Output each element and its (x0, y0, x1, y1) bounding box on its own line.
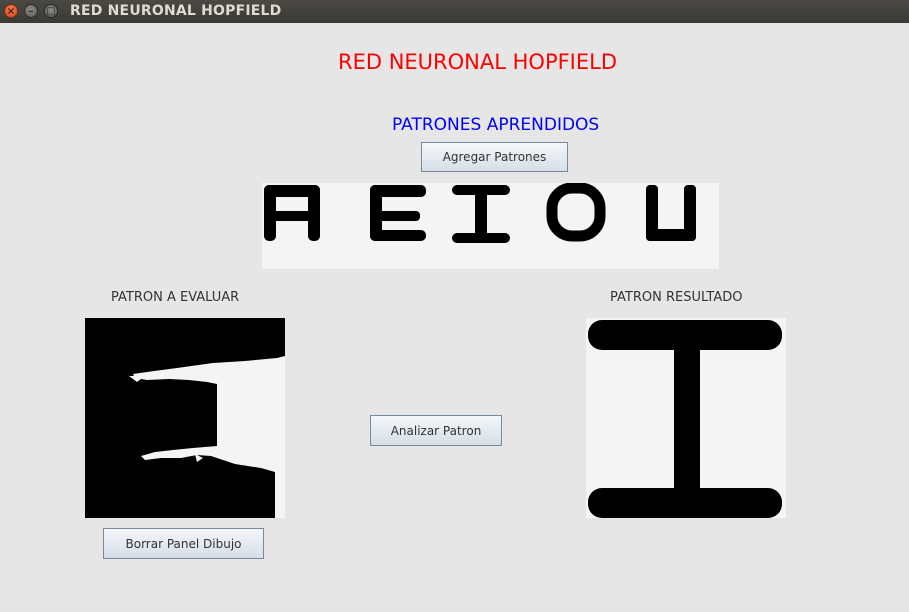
result-pattern (588, 320, 782, 518)
analyze-pattern-button[interactable]: Analizar Patron (370, 415, 502, 446)
result-pattern-label: PATRON RESULTADO (610, 290, 743, 305)
maximize-icon: □ (46, 6, 56, 17)
close-icon: × (6, 6, 16, 17)
pattern-o (546, 183, 606, 242)
app-window: × – □ RED NEURONAL HOPFIELD RED NEURONAL… (0, 0, 909, 612)
learned-patterns-title: PATRONES APRENDIDOS (392, 115, 600, 135)
pattern-i (452, 185, 510, 243)
window-title: RED NEURONAL HOPFIELD (70, 3, 282, 19)
page-title: RED NEURONAL HOPFIELD (338, 50, 618, 74)
learned-patterns-drawing (264, 183, 696, 243)
title-bar: × – □ RED NEURONAL HOPFIELD (0, 0, 909, 23)
minimize-window-button[interactable]: – (24, 4, 38, 18)
maximize-window-button[interactable]: □ (44, 4, 58, 18)
drawn-pattern (85, 318, 285, 518)
result-panel (586, 318, 786, 518)
learned-patterns-panel (262, 183, 719, 269)
pattern-e (370, 185, 426, 241)
add-patterns-button[interactable]: Agregar Patrones (421, 142, 568, 172)
clear-drawing-button[interactable]: Borrar Panel Dibujo (103, 528, 264, 559)
input-pattern-label: PATRON A EVALUAR (111, 290, 240, 305)
pattern-a (264, 185, 320, 241)
pattern-u (646, 185, 696, 241)
drawing-panel[interactable] (85, 318, 285, 518)
close-window-button[interactable]: × (4, 4, 18, 18)
minimize-icon: – (28, 6, 34, 17)
